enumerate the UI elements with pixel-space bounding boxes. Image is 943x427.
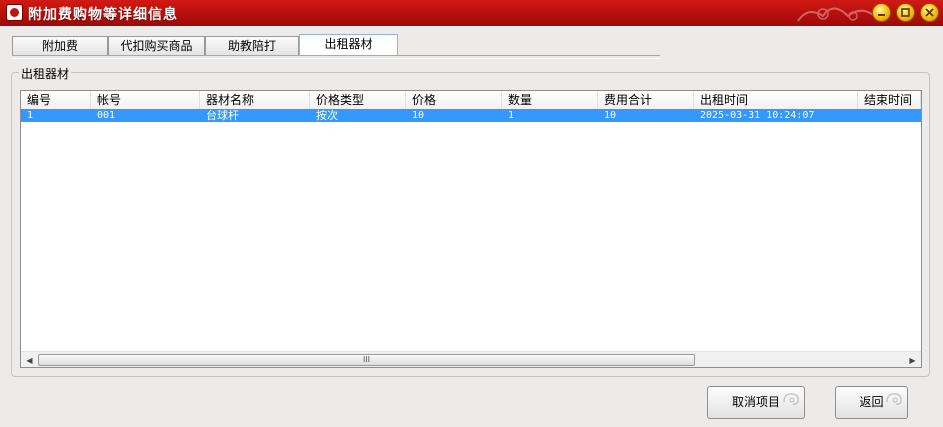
column-header[interactable]: 帐号	[91, 91, 200, 109]
column-header[interactable]: 结束时间	[858, 91, 921, 109]
list-header: 编号 帐号 器材名称 价格类型 价格 数量 费用合计 出租时间 结束时间	[21, 91, 921, 110]
cell-total-fee: 10	[604, 110, 617, 121]
cloud-ornament-icon	[797, 7, 879, 22]
column-header[interactable]: 数量	[502, 91, 598, 109]
cell-equipment-name: 台球杆	[206, 109, 239, 122]
cell-rent-time: 2025-03-31 10:24:07	[700, 110, 815, 121]
swirl-ornament-icon	[783, 393, 799, 405]
tab-rental-equipment[interactable]: 出租器材	[299, 34, 398, 56]
back-button[interactable]: 返回	[835, 386, 908, 419]
cancel-item-label: 取消项目	[731, 395, 780, 409]
horizontal-scrollbar[interactable]: ◀ III ▶	[21, 351, 921, 367]
title-bar: 附加费购物等详细信息	[0, 0, 943, 26]
scroll-right-icon[interactable]: ▶	[904, 352, 921, 367]
restore-icon	[901, 8, 910, 17]
minimize-button[interactable]	[872, 3, 891, 22]
table-row[interactable]: 1 001 台球杆 按次 10 1 10 2025-03-31 10:24:07	[21, 109, 921, 122]
minimize-icon	[878, 14, 885, 16]
cell-id: 1	[27, 110, 34, 121]
scroll-left-icon[interactable]: ◀	[21, 352, 38, 367]
cell-quantity: 1	[508, 110, 515, 121]
scroll-thumb[interactable]: III	[38, 354, 695, 366]
cell-price-type: 按次	[316, 109, 338, 122]
column-header[interactable]: 费用合计	[598, 91, 694, 109]
rental-list[interactable]: 编号 帐号 器材名称 价格类型 价格 数量 费用合计 出租时间 结束时间 1 0…	[20, 90, 922, 368]
close-button[interactable]	[920, 3, 939, 22]
close-icon	[925, 8, 934, 17]
tab-surcharge[interactable]: 附加费	[12, 36, 108, 55]
column-header[interactable]: 器材名称	[200, 91, 310, 109]
back-label: 返回	[859, 395, 884, 409]
column-header[interactable]: 出租时间	[694, 91, 858, 109]
tab-divider	[12, 55, 660, 59]
swirl-ornament-icon	[886, 393, 902, 405]
cell-price: 10	[412, 110, 425, 121]
tab-deducted-goods[interactable]: 代扣购买商品	[108, 36, 205, 55]
cancel-item-button[interactable]: 取消项目	[707, 386, 805, 419]
cell-end-time	[858, 109, 921, 122]
tab-coach-accompany[interactable]: 助教陪打	[205, 36, 299, 55]
cell-account: 001	[97, 110, 116, 121]
group-label: 出租器材	[19, 65, 72, 82]
column-header[interactable]: 价格	[406, 91, 502, 109]
window-title: 附加费购物等详细信息	[28, 7, 178, 23]
column-header[interactable]: 价格类型	[310, 91, 406, 109]
restore-button[interactable]	[896, 3, 915, 22]
column-header[interactable]: 编号	[21, 91, 91, 109]
app-logo-icon	[6, 4, 23, 21]
